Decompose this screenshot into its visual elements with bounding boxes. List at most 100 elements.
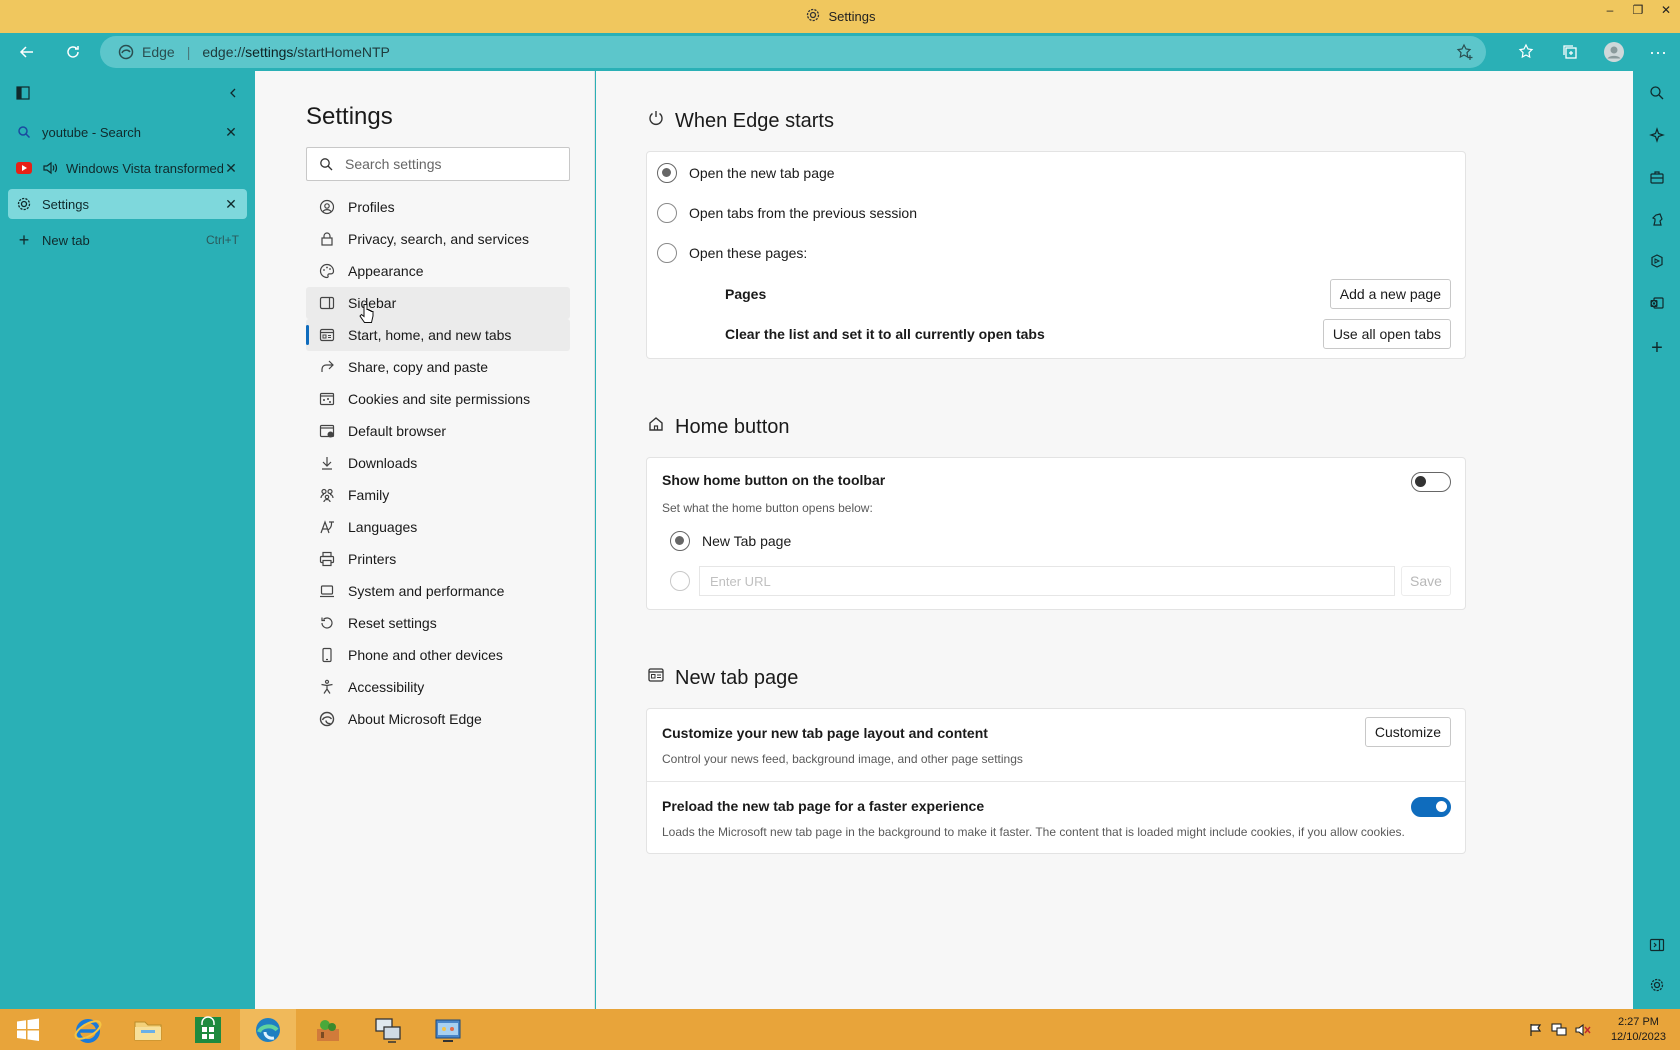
- games-chess-icon[interactable]: [1645, 207, 1669, 231]
- tools-briefcase-icon[interactable]: [1645, 165, 1669, 189]
- radio-button[interactable]: [657, 203, 677, 223]
- new-tab-page-card: Customize your new tab page layout and c…: [646, 708, 1466, 854]
- refresh-button[interactable]: [54, 35, 92, 69]
- family-icon: [318, 486, 336, 504]
- address-bar[interactable]: Edge | edge://settings/startHomeNTP: [100, 36, 1486, 68]
- nav-system-performance[interactable]: System and performance: [306, 575, 570, 607]
- favorites-button[interactable]: [1504, 35, 1548, 69]
- nav-reset-settings[interactable]: Reset settings: [306, 607, 570, 639]
- radio-button[interactable]: [657, 243, 677, 263]
- preload-toggle[interactable]: [1411, 797, 1451, 817]
- remote-desktop-icon: [375, 1017, 401, 1043]
- option-custom-url[interactable]: [670, 571, 702, 591]
- back-arrow-icon: [19, 46, 33, 58]
- edge-icon: [256, 1017, 280, 1042]
- start-button[interactable]: [0, 1009, 56, 1050]
- tab-label: Settings: [42, 196, 89, 212]
- remote-desktop-taskbar-button[interactable]: [360, 1009, 416, 1050]
- nav-default-browser[interactable]: Default browser: [306, 415, 570, 447]
- preload-label: Preload the new tab page for a faster ex…: [662, 798, 985, 814]
- tab-label: youtube - Search: [42, 124, 142, 140]
- outlook-icon[interactable]: [1645, 291, 1669, 315]
- close-window-button[interactable]: ✕: [1652, 0, 1680, 20]
- vertical-tab-pane: youtube - Search ✕ Windows Vista transfo…: [0, 71, 255, 1009]
- radio-button[interactable]: [657, 163, 677, 183]
- action-center-flag-icon[interactable]: [1529, 1023, 1543, 1037]
- windows-logo-icon: [17, 1018, 39, 1041]
- close-tab-button[interactable]: ✕: [223, 160, 239, 177]
- phone-icon: [318, 646, 336, 664]
- option-open-new-tab[interactable]: Open the new tab page: [657, 163, 835, 183]
- close-tab-button[interactable]: ✕: [223, 124, 239, 141]
- clock-time: 2:27 PM: [1617, 1015, 1659, 1028]
- nav-languages[interactable]: Languages: [306, 511, 570, 543]
- option-new-tab-page[interactable]: New Tab page: [670, 531, 791, 551]
- nav-start-home-newtabs[interactable]: Start, home, and new tabs: [306, 319, 570, 351]
- use-all-open-tabs-button[interactable]: Use all open tabs: [1322, 319, 1451, 349]
- add-sidebar-app-icon[interactable]: +: [1645, 336, 1669, 360]
- home-url-input[interactable]: Enter URL: [699, 566, 1395, 596]
- sidebar-search-icon[interactable]: [1645, 81, 1669, 105]
- collections-button[interactable]: [1548, 35, 1592, 69]
- nav-label: Share, copy and paste: [348, 359, 489, 375]
- tab-actions-icon[interactable]: [16, 85, 30, 103]
- volume-muted-icon[interactable]: [1575, 1023, 1591, 1037]
- more-options-button[interactable]: ···: [1636, 35, 1680, 69]
- system-clock[interactable]: 2:27 PM 12/10/2023: [1611, 1015, 1666, 1045]
- radio-button[interactable]: [670, 531, 690, 551]
- preload-desc: Loads the Microsoft new tab page in the …: [662, 825, 1405, 839]
- nav-accessibility[interactable]: Accessibility: [306, 671, 570, 703]
- microsoft-365-icon[interactable]: [1645, 249, 1669, 273]
- tab-settings[interactable]: Settings ✕: [8, 189, 247, 219]
- network-icon[interactable]: [1551, 1022, 1567, 1037]
- sidebar-settings-gear-icon[interactable]: [1645, 973, 1669, 997]
- nav-printers[interactable]: Printers: [306, 543, 570, 575]
- new-tab-page-icon: [647, 666, 665, 690]
- search-icon: [16, 124, 32, 140]
- file-explorer-taskbar-button[interactable]: [120, 1009, 176, 1050]
- profile-button[interactable]: [1592, 35, 1636, 69]
- nav-cookies[interactable]: Cookies and site permissions: [306, 383, 570, 415]
- collapse-pane-icon[interactable]: [227, 86, 239, 102]
- edge-taskbar-button[interactable]: [240, 1009, 296, 1050]
- nav-profiles[interactable]: Profiles: [306, 191, 570, 223]
- nav-privacy[interactable]: Privacy, search, and services: [306, 223, 570, 255]
- control-panel-taskbar-button[interactable]: [420, 1009, 476, 1050]
- save-url-button[interactable]: Save: [1401, 566, 1451, 596]
- nav-share-copy-paste[interactable]: Share, copy and paste: [306, 351, 570, 383]
- minimize-button[interactable]: –: [1596, 0, 1624, 20]
- startup-card: Open the new tab page Open tabs from the…: [646, 151, 1466, 359]
- nav-label: Start, home, and new tabs: [348, 327, 512, 343]
- store-taskbar-button[interactable]: [180, 1009, 236, 1050]
- back-button[interactable]: [8, 35, 46, 69]
- nav-family[interactable]: Family: [306, 479, 570, 511]
- speaker-icon[interactable]: [42, 160, 58, 176]
- game-taskbar-button[interactable]: [300, 1009, 356, 1050]
- add-favorite-icon[interactable]: [1456, 43, 1474, 64]
- tab-windows-vista[interactable]: Windows Vista transformed ✕: [8, 153, 247, 183]
- tab-youtube-search[interactable]: youtube - Search ✕: [8, 117, 247, 147]
- option-previous-session[interactable]: Open tabs from the previous session: [657, 203, 917, 223]
- show-home-button-toggle[interactable]: [1411, 472, 1451, 492]
- customize-button[interactable]: Customize: [1364, 717, 1451, 747]
- new-tab-button[interactable]: + New tab Ctrl+T: [8, 225, 247, 255]
- hide-sidebar-icon[interactable]: [1645, 933, 1669, 957]
- restore-button[interactable]: ❐: [1624, 0, 1652, 20]
- copilot-sparkle-icon[interactable]: [1645, 123, 1669, 147]
- nav-phone-devices[interactable]: Phone and other devices: [306, 639, 570, 671]
- add-new-page-button[interactable]: Add a new page: [1329, 279, 1451, 309]
- close-tab-button[interactable]: ✕: [223, 196, 239, 213]
- nav-sidebar[interactable]: Sidebar: [306, 287, 570, 319]
- nav-about-edge[interactable]: About Microsoft Edge: [306, 703, 570, 735]
- customize-label: Customize your new tab page layout and c…: [662, 725, 988, 741]
- nav-downloads[interactable]: Downloads: [306, 447, 570, 479]
- nav-appearance[interactable]: Appearance: [306, 255, 570, 287]
- tab-label: Windows Vista transformed: [66, 160, 223, 176]
- edge-icon: [118, 44, 134, 60]
- search-settings-input[interactable]: Search settings: [306, 147, 570, 181]
- browser-toolbar: Edge | edge://settings/startHomeNTP ···: [0, 33, 1680, 71]
- radio-button[interactable]: [670, 571, 690, 591]
- option-open-these-pages[interactable]: Open these pages:: [657, 243, 807, 263]
- nav-label: Accessibility: [348, 679, 425, 695]
- internet-explorer-taskbar-button[interactable]: [60, 1009, 116, 1050]
